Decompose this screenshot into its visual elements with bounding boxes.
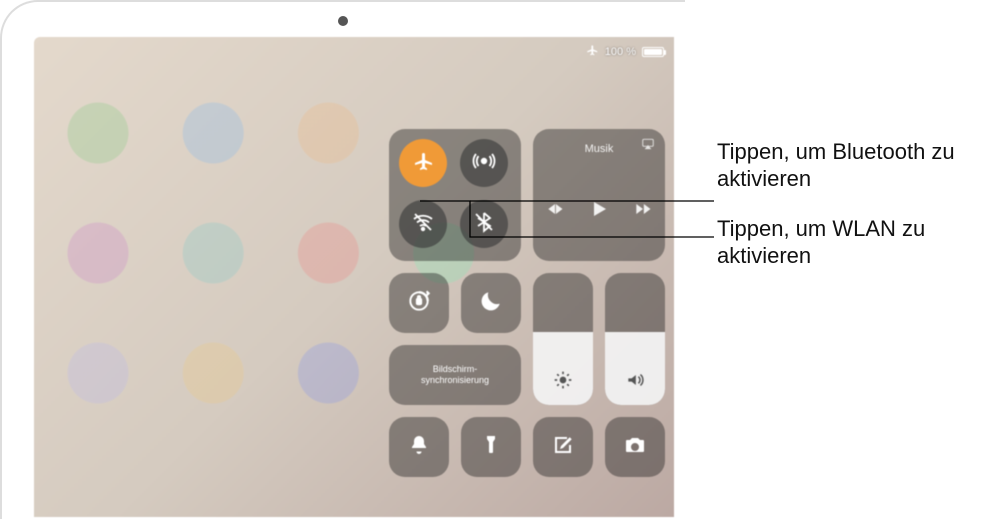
music-play-button[interactable] [587, 197, 611, 224]
silent-mode-toggle[interactable] [389, 417, 449, 477]
status-bar: 100 % [585, 43, 664, 60]
battery-percent-label: 100 % [605, 46, 636, 58]
airplane-mode-toggle[interactable] [399, 139, 447, 187]
flashlight-icon [479, 433, 503, 462]
brightness-slider[interactable] [533, 273, 593, 405]
wifi-off-icon [411, 210, 435, 239]
ipad-device-frame: 100 % [0, 0, 685, 519]
airdrop-icon [472, 149, 496, 178]
screen-mirroring-button[interactable]: Bildschirm- synchronisierung [389, 345, 521, 405]
volume-icon [625, 370, 645, 395]
music-next-button[interactable] [633, 199, 653, 222]
moon-icon [478, 288, 504, 319]
compose-icon [551, 433, 575, 462]
callout-bluetooth: Tippen, um Bluetooth zu aktivieren [717, 138, 977, 192]
battery-icon [642, 47, 664, 57]
bluetooth-toggle[interactable] [460, 200, 508, 248]
callout-wlan: Tippen, um WLAN zu aktivieren [717, 215, 977, 269]
do-not-disturb-toggle[interactable] [461, 273, 521, 333]
music-module[interactable]: Musik [533, 129, 665, 261]
ipad-screen: 100 % [34, 37, 674, 517]
screen-mirroring-label: Bildschirm- synchronisierung [421, 364, 489, 386]
music-prev-button[interactable] [545, 199, 565, 222]
notes-quick-button[interactable] [533, 417, 593, 477]
airplane-icon [411, 149, 435, 178]
front-camera [338, 16, 348, 26]
rotation-lock-toggle[interactable] [389, 273, 449, 333]
brightness-icon [553, 370, 573, 395]
music-title-label: Musik [557, 143, 641, 155]
camera-icon [623, 433, 647, 462]
bell-icon [407, 433, 431, 462]
airplane-status-icon [585, 43, 599, 60]
wifi-toggle[interactable] [399, 200, 447, 248]
control-center: Musik [389, 129, 669, 477]
bluetooth-off-icon [472, 210, 496, 239]
flashlight-button[interactable] [461, 417, 521, 477]
airplay-icon[interactable] [641, 137, 655, 154]
airdrop-toggle[interactable] [460, 139, 508, 187]
camera-button[interactable] [605, 417, 665, 477]
connectivity-module[interactable] [389, 129, 521, 261]
volume-slider[interactable] [605, 273, 665, 405]
rotation-lock-icon [406, 288, 432, 319]
